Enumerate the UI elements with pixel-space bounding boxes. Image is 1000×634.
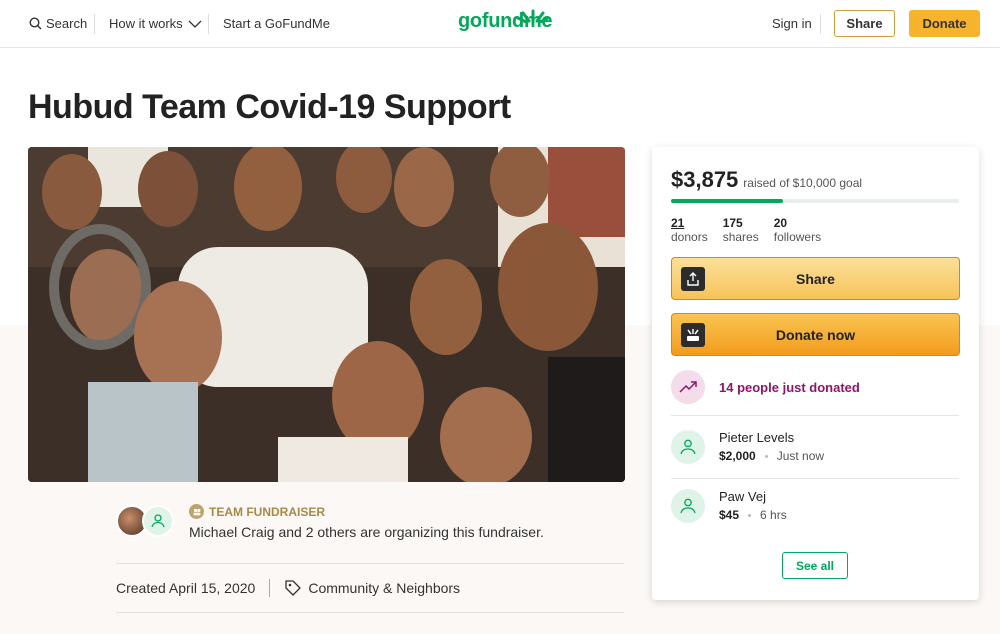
donor-icon xyxy=(680,439,696,455)
divider xyxy=(116,563,624,564)
divider xyxy=(208,14,209,34)
divider xyxy=(820,14,821,34)
search-label: Search xyxy=(46,16,88,31)
recent-donations-text: 14 people just donated xyxy=(719,379,860,395)
campaign-photo[interactable] xyxy=(28,147,625,482)
divider xyxy=(671,415,959,416)
chevron-down-icon xyxy=(188,20,202,28)
user-icon xyxy=(151,514,165,528)
donate-now-label: Donate now xyxy=(775,326,856,343)
divider xyxy=(116,612,624,613)
tag-icon xyxy=(285,580,301,596)
header-share-button[interactable]: Share xyxy=(834,10,895,37)
donor-avatar xyxy=(671,430,705,464)
stat-value: 21 xyxy=(671,216,685,230)
campaign-stats: 21 donors 175 shares 20 followers xyxy=(671,216,836,244)
category-link[interactable]: Community & Neighbors xyxy=(308,580,460,596)
progress-bar xyxy=(671,199,959,203)
sign-in-link[interactable]: Sign in xyxy=(772,16,812,31)
donate-now-button[interactable]: Donate now xyxy=(671,313,960,356)
progress-fill xyxy=(671,199,783,203)
raised-amount: $3,875 xyxy=(671,167,739,192)
top-nav: Search How it works Start a GoFundMe gof… xyxy=(0,0,1000,48)
campaign-title: Hubud Team Covid-19 Support xyxy=(28,88,511,126)
donation-amount: $2,000 xyxy=(719,449,756,463)
how-it-works-label: How it works xyxy=(109,16,183,31)
divider xyxy=(671,478,959,479)
stat-shares: 175 shares xyxy=(723,216,759,244)
team-fundraiser-label: TEAM FUNDRAISER xyxy=(209,504,325,519)
stat-followers: 20 followers xyxy=(774,216,821,244)
stat-label: shares xyxy=(722,230,759,244)
separator-dot xyxy=(764,454,768,458)
donation-time: 6 hrs xyxy=(760,508,787,522)
start-fundraiser-link[interactable]: Start a GoFundMe xyxy=(223,16,330,31)
share-button[interactable]: Share xyxy=(671,257,960,300)
team-fundraiser-tag: TEAM FUNDRAISER xyxy=(189,504,325,519)
share-button-label: Share xyxy=(796,270,835,287)
share-icon xyxy=(681,267,705,291)
goal-text: raised of $10,000 goal xyxy=(743,176,863,190)
donation-sidebar: $3,875 raised of $10,000 goal 21 donors … xyxy=(652,147,979,600)
trending-icon xyxy=(671,370,705,404)
donation-amount: $45 xyxy=(719,508,740,522)
donor-icon xyxy=(680,498,696,514)
donation-time: Just now xyxy=(776,449,825,463)
organizer-text: Michael Craig and 2 others are organizin… xyxy=(189,524,544,540)
divider xyxy=(94,14,95,34)
donation-item: Paw Vej $45 6 hrs xyxy=(671,489,787,523)
avatar xyxy=(142,505,174,537)
gofundme-me-icon xyxy=(681,323,705,347)
stat-value: 20 xyxy=(773,216,788,230)
created-date: Created April 15, 2020 xyxy=(116,580,256,596)
recent-donations-notice: 14 people just donated xyxy=(671,370,860,404)
how-it-works-menu[interactable]: How it works xyxy=(109,16,202,31)
separator-dot xyxy=(748,513,752,517)
logo-sprout-icon xyxy=(516,9,550,23)
stat-donors[interactable]: 21 donors xyxy=(671,216,708,244)
search-link[interactable]: Search xyxy=(29,16,87,31)
donor-name: Pieter Levels xyxy=(719,430,795,445)
divider xyxy=(269,579,271,597)
group-selfie-image xyxy=(28,147,625,482)
donor-avatar xyxy=(671,489,705,523)
donor-name: Paw Vej xyxy=(719,489,766,504)
stat-label: donors xyxy=(671,230,708,244)
stat-label: followers xyxy=(773,230,822,244)
team-icon xyxy=(189,504,204,519)
stat-value: 175 xyxy=(722,216,743,230)
amount-raised: $3,875 raised of $10,000 goal xyxy=(671,167,862,193)
search-icon xyxy=(29,17,42,30)
campaign-meta: Created April 15, 2020 Community & Neigh… xyxy=(116,579,460,597)
donation-item: Pieter Levels $2,000 Just now xyxy=(671,430,824,464)
see-all-button[interactable]: See all xyxy=(782,552,848,579)
header-donate-button[interactable]: Donate xyxy=(909,10,980,37)
